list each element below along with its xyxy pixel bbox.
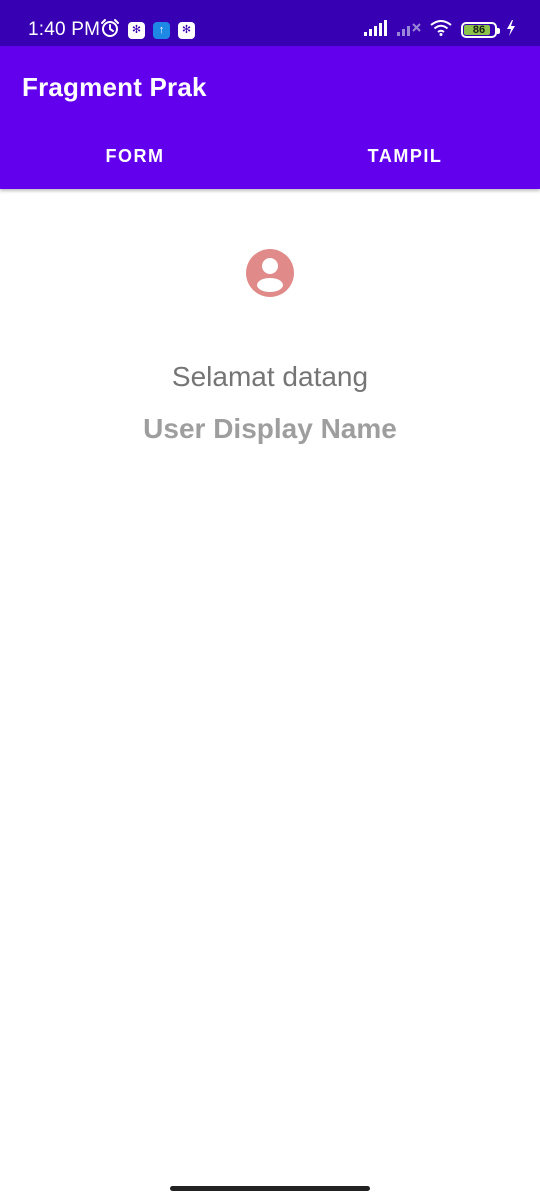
account-circle-icon <box>244 247 296 299</box>
app-bar: Fragment Prak <box>0 46 540 123</box>
signal-icon <box>364 19 388 41</box>
home-indicator[interactable] <box>170 1186 370 1191</box>
signal-off-icon <box>397 20 421 41</box>
charging-icon <box>506 19 516 41</box>
tab-bar: FORM TAMPIL <box>0 123 540 189</box>
welcome-text: Selamat datang <box>171 361 369 392</box>
tab-tampil[interactable]: TAMPIL <box>270 123 540 189</box>
status-time: 1:40 PM <box>28 19 101 40</box>
status-icons-left: ✻ ↑ ✻ <box>100 18 195 43</box>
app-title: Fragment Prak <box>22 72 207 102</box>
user-display-name: User Display Name <box>143 413 397 444</box>
status-bar: 1:40 PM ✻ ↑ ✻ 86 <box>0 0 540 46</box>
battery-icon: 86 <box>461 22 500 38</box>
status-icons-right: 86 <box>364 19 516 41</box>
notification-app-icon: ✻ <box>178 21 195 39</box>
upload-icon: ↑ <box>153 21 170 39</box>
battery-level: 86 <box>472 23 486 36</box>
wifi-icon <box>430 19 452 41</box>
tab-form[interactable]: FORM <box>0 123 270 189</box>
alarm-icon <box>100 18 120 43</box>
notification-app-icon: ✻ <box>128 21 145 39</box>
app-screen: 1:40 PM ✻ ↑ ✻ 86 Fragment Prak FORM TAMP… <box>0 0 540 1200</box>
